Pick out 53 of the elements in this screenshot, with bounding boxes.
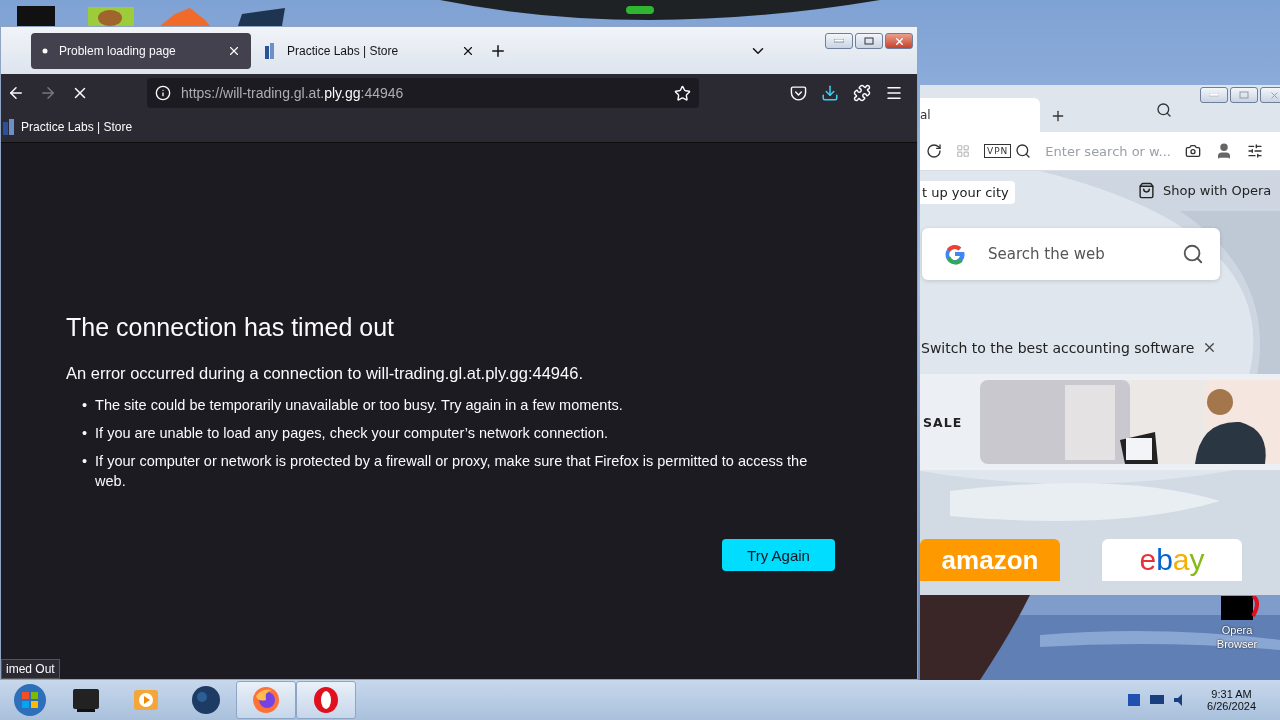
desktop-shortcut[interactable]: Opera Browser xyxy=(1205,596,1269,651)
maximize-button[interactable] xyxy=(1230,87,1258,103)
browser-tab[interactable]: al xyxy=(920,98,1040,132)
bullet-mark: • xyxy=(82,424,88,443)
error-hint: If your computer or network is protected by a firewall or proxy, make sure that Firefox is permitted to access the web. xyxy=(95,452,809,491)
info-icon xyxy=(155,85,171,101)
star-icon[interactable] xyxy=(674,84,691,102)
clock[interactable]: 9:31 AM 6/26/2024 xyxy=(1207,688,1256,712)
download-icon[interactable] xyxy=(821,84,839,102)
pocket-icon[interactable] xyxy=(790,84,807,102)
globe-icon xyxy=(191,685,221,715)
maximize-icon xyxy=(864,37,874,45)
search-icon[interactable] xyxy=(1156,102,1172,118)
monitor-icon xyxy=(71,687,101,713)
puzzle-icon[interactable] xyxy=(853,84,871,102)
bullet-mark: • xyxy=(82,396,88,415)
error-hint: If you are unable to load any pages, check your computer’s network connection. xyxy=(95,424,608,443)
settings-icon[interactable] xyxy=(1246,143,1263,159)
error-title: The connection has timed out xyxy=(66,313,395,342)
menu-icon[interactable] xyxy=(885,84,903,102)
forward-icon[interactable] xyxy=(39,84,57,102)
new-tab-icon[interactable] xyxy=(1050,108,1066,124)
maximize-icon xyxy=(1239,91,1249,99)
back-icon[interactable] xyxy=(7,84,25,102)
minimize-icon xyxy=(1209,93,1219,97)
error-hint: The site could be temporarily unavailable or too busy. Try again in a few moments. xyxy=(95,396,623,415)
bullet-mark: • xyxy=(82,452,88,471)
browser-tab[interactable]: Problem loading page xyxy=(31,32,251,69)
close-button[interactable] xyxy=(885,33,913,49)
close-icon xyxy=(893,35,905,47)
minimize-button[interactable] xyxy=(1200,87,1228,103)
windows-logo-icon xyxy=(13,683,47,717)
browser-tab[interactable]: Practice Labs | Store xyxy=(255,32,485,69)
close-icon xyxy=(1268,89,1280,101)
maximize-button[interactable] xyxy=(855,33,883,49)
minimize-icon xyxy=(834,39,844,43)
status-text: imed Out xyxy=(1,659,60,679)
error-description: An error occurred during a connection to will-trading.gl.at.ply.gg:44946. xyxy=(66,364,584,383)
address-field[interactable]: https://will-trading.gl.at.ply.gg:44946 xyxy=(147,78,699,108)
page-icon xyxy=(41,46,49,55)
reload-icon[interactable] xyxy=(926,143,942,159)
bookmark-link[interactable]: Practice Labs | Store xyxy=(3,119,133,135)
media-player-icon xyxy=(133,687,159,713)
close-button[interactable] xyxy=(1260,87,1280,103)
firefox-icon xyxy=(252,686,280,714)
try-again-button[interactable]: Try Again xyxy=(722,539,835,571)
vpn-badge[interactable]: VPN xyxy=(984,144,1012,158)
opera-icon xyxy=(312,686,340,714)
search-icon xyxy=(1015,143,1032,159)
minimize-button[interactable] xyxy=(825,33,853,49)
site-icon xyxy=(3,119,17,135)
site-icon xyxy=(265,42,277,59)
camera-icon[interactable] xyxy=(1184,143,1201,159)
